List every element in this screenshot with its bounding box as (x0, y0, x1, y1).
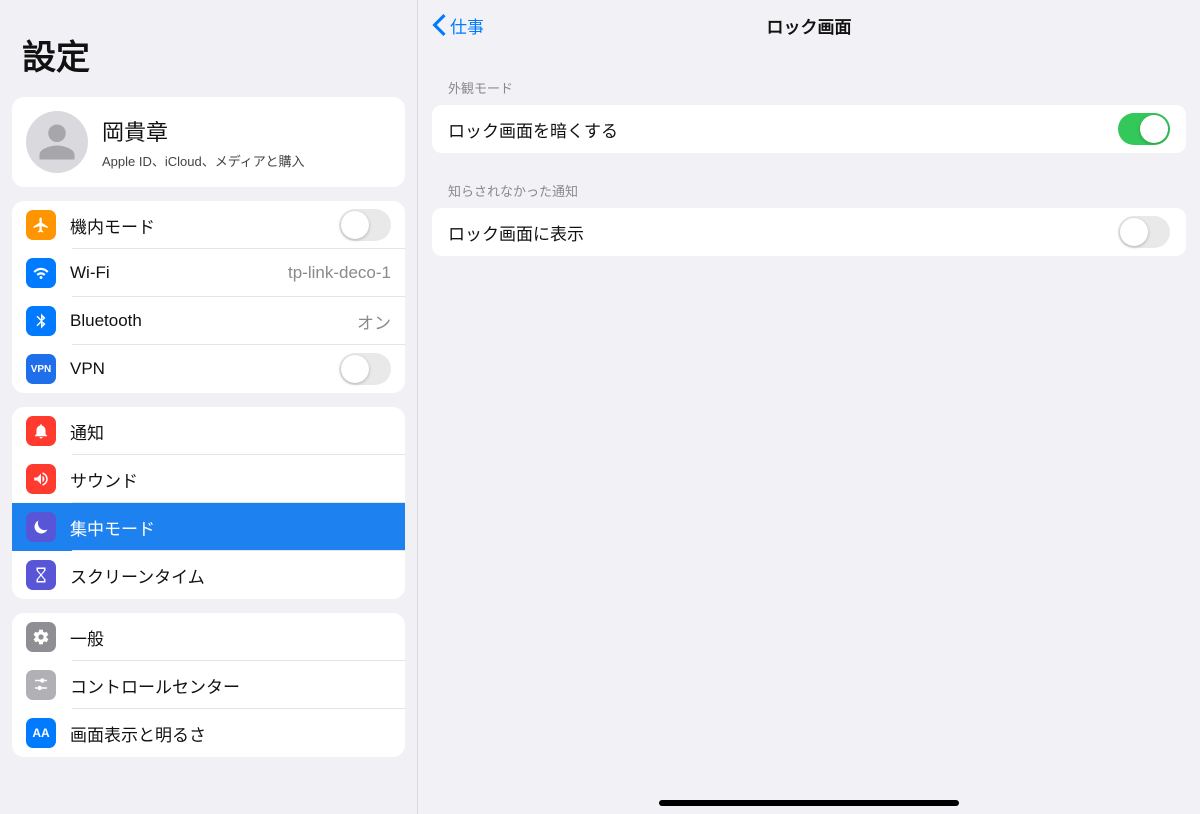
settings-title: 設定 (0, 10, 417, 87)
profile-subtitle: Apple ID、iCloud、メディアと購入 (102, 151, 305, 170)
hourglass-icon (26, 560, 56, 590)
sidebar-item-label: 画面表示と明るさ (70, 721, 206, 746)
sidebar-item-label: 通知 (70, 419, 104, 444)
detail-pane: 仕事 ロック画面 外観モード ロック画面を暗くする 知らされなかった通知 ロック… (418, 0, 1200, 814)
sidebar-item-label: Wi-Fi (70, 263, 110, 283)
row-dim-lock-screen[interactable]: ロック画面を暗くする (432, 105, 1186, 153)
avatar-icon (26, 111, 88, 173)
bell-icon (26, 416, 56, 446)
sidebar-item-display[interactable]: AA 画面表示と明るさ (12, 709, 405, 757)
group-silenced: ロック画面に表示 (432, 208, 1186, 256)
switches-icon (26, 670, 56, 700)
back-label: 仕事 (450, 13, 484, 38)
profile-row[interactable]: 岡貴章 Apple ID、iCloud、メディアと購入 (12, 97, 405, 187)
sidebar-item-label: VPN (70, 359, 105, 379)
wifi-value: tp-link-deco-1 (288, 263, 391, 283)
moon-icon (26, 512, 56, 542)
sidebar-item-vpn[interactable]: VPN VPN (12, 345, 405, 393)
sidebar-item-bluetooth[interactable]: Bluetooth オン (12, 297, 405, 345)
group-general: 一般 コントロールセンター AA 画面表示と明るさ (12, 613, 405, 757)
sidebar-item-label: 一般 (70, 625, 104, 650)
home-indicator[interactable] (659, 800, 959, 806)
sidebar-item-screentime[interactable]: スクリーンタイム (12, 551, 405, 599)
group-connectivity: 機内モード Wi-Fi tp-link-deco-1 Bluetooth オン … (12, 201, 405, 393)
group-notifications: 通知 サウンド 集中モード スクリーンタイム (12, 407, 405, 599)
sidebar-item-control-center[interactable]: コントロールセンター (12, 661, 405, 709)
sidebar-item-label: サウンド (70, 467, 138, 492)
section-header-silenced: 知らされなかった通知 (418, 153, 1200, 208)
aa-icon: AA (26, 718, 56, 748)
sidebar-item-label: コントロールセンター (70, 673, 240, 698)
sidebar-item-label: スクリーンタイム (70, 563, 205, 588)
vpn-icon: VPN (26, 354, 56, 384)
airplane-icon (26, 210, 56, 240)
group-appearance: ロック画面を暗くする (432, 105, 1186, 153)
vpn-switch[interactable] (339, 353, 391, 385)
sidebar-item-sound[interactable]: サウンド (12, 455, 405, 503)
sidebar-item-label: 集中モード (70, 515, 155, 540)
sidebar-item-label: 機内モード (70, 213, 155, 238)
sidebar-item-label: Bluetooth (70, 311, 142, 331)
row-label: ロック画面を暗くする (448, 117, 618, 142)
sidebar-item-wifi[interactable]: Wi-Fi tp-link-deco-1 (12, 249, 405, 297)
sidebar-item-notifications[interactable]: 通知 (12, 407, 405, 455)
chevron-left-icon (432, 14, 446, 36)
bluetooth-value: オン (357, 309, 391, 334)
show-on-lock-screen-switch[interactable] (1118, 216, 1170, 248)
row-show-on-lock-screen[interactable]: ロック画面に表示 (432, 208, 1186, 256)
row-label: ロック画面に表示 (448, 220, 584, 245)
dim-lock-screen-switch[interactable] (1118, 113, 1170, 145)
page-title: ロック画面 (418, 13, 1200, 38)
gear-icon (26, 622, 56, 652)
airplane-switch[interactable] (339, 209, 391, 241)
profile-name: 岡貴章 (102, 115, 305, 147)
profile-text: 岡貴章 Apple ID、iCloud、メディアと購入 (102, 115, 305, 170)
sidebar-item-focus[interactable]: 集中モード (12, 503, 405, 551)
settings-sidebar: 設定 岡貴章 Apple ID、iCloud、メディアと購入 機内モード Wi-… (0, 0, 418, 814)
sidebar-item-airplane[interactable]: 機内モード (12, 201, 405, 249)
bluetooth-icon (26, 306, 56, 336)
sidebar-item-general[interactable]: 一般 (12, 613, 405, 661)
wifi-icon (26, 258, 56, 288)
speaker-icon (26, 464, 56, 494)
section-header-appearance: 外観モード (418, 50, 1200, 105)
navbar: 仕事 ロック画面 (418, 0, 1200, 50)
back-button[interactable]: 仕事 (432, 13, 484, 38)
